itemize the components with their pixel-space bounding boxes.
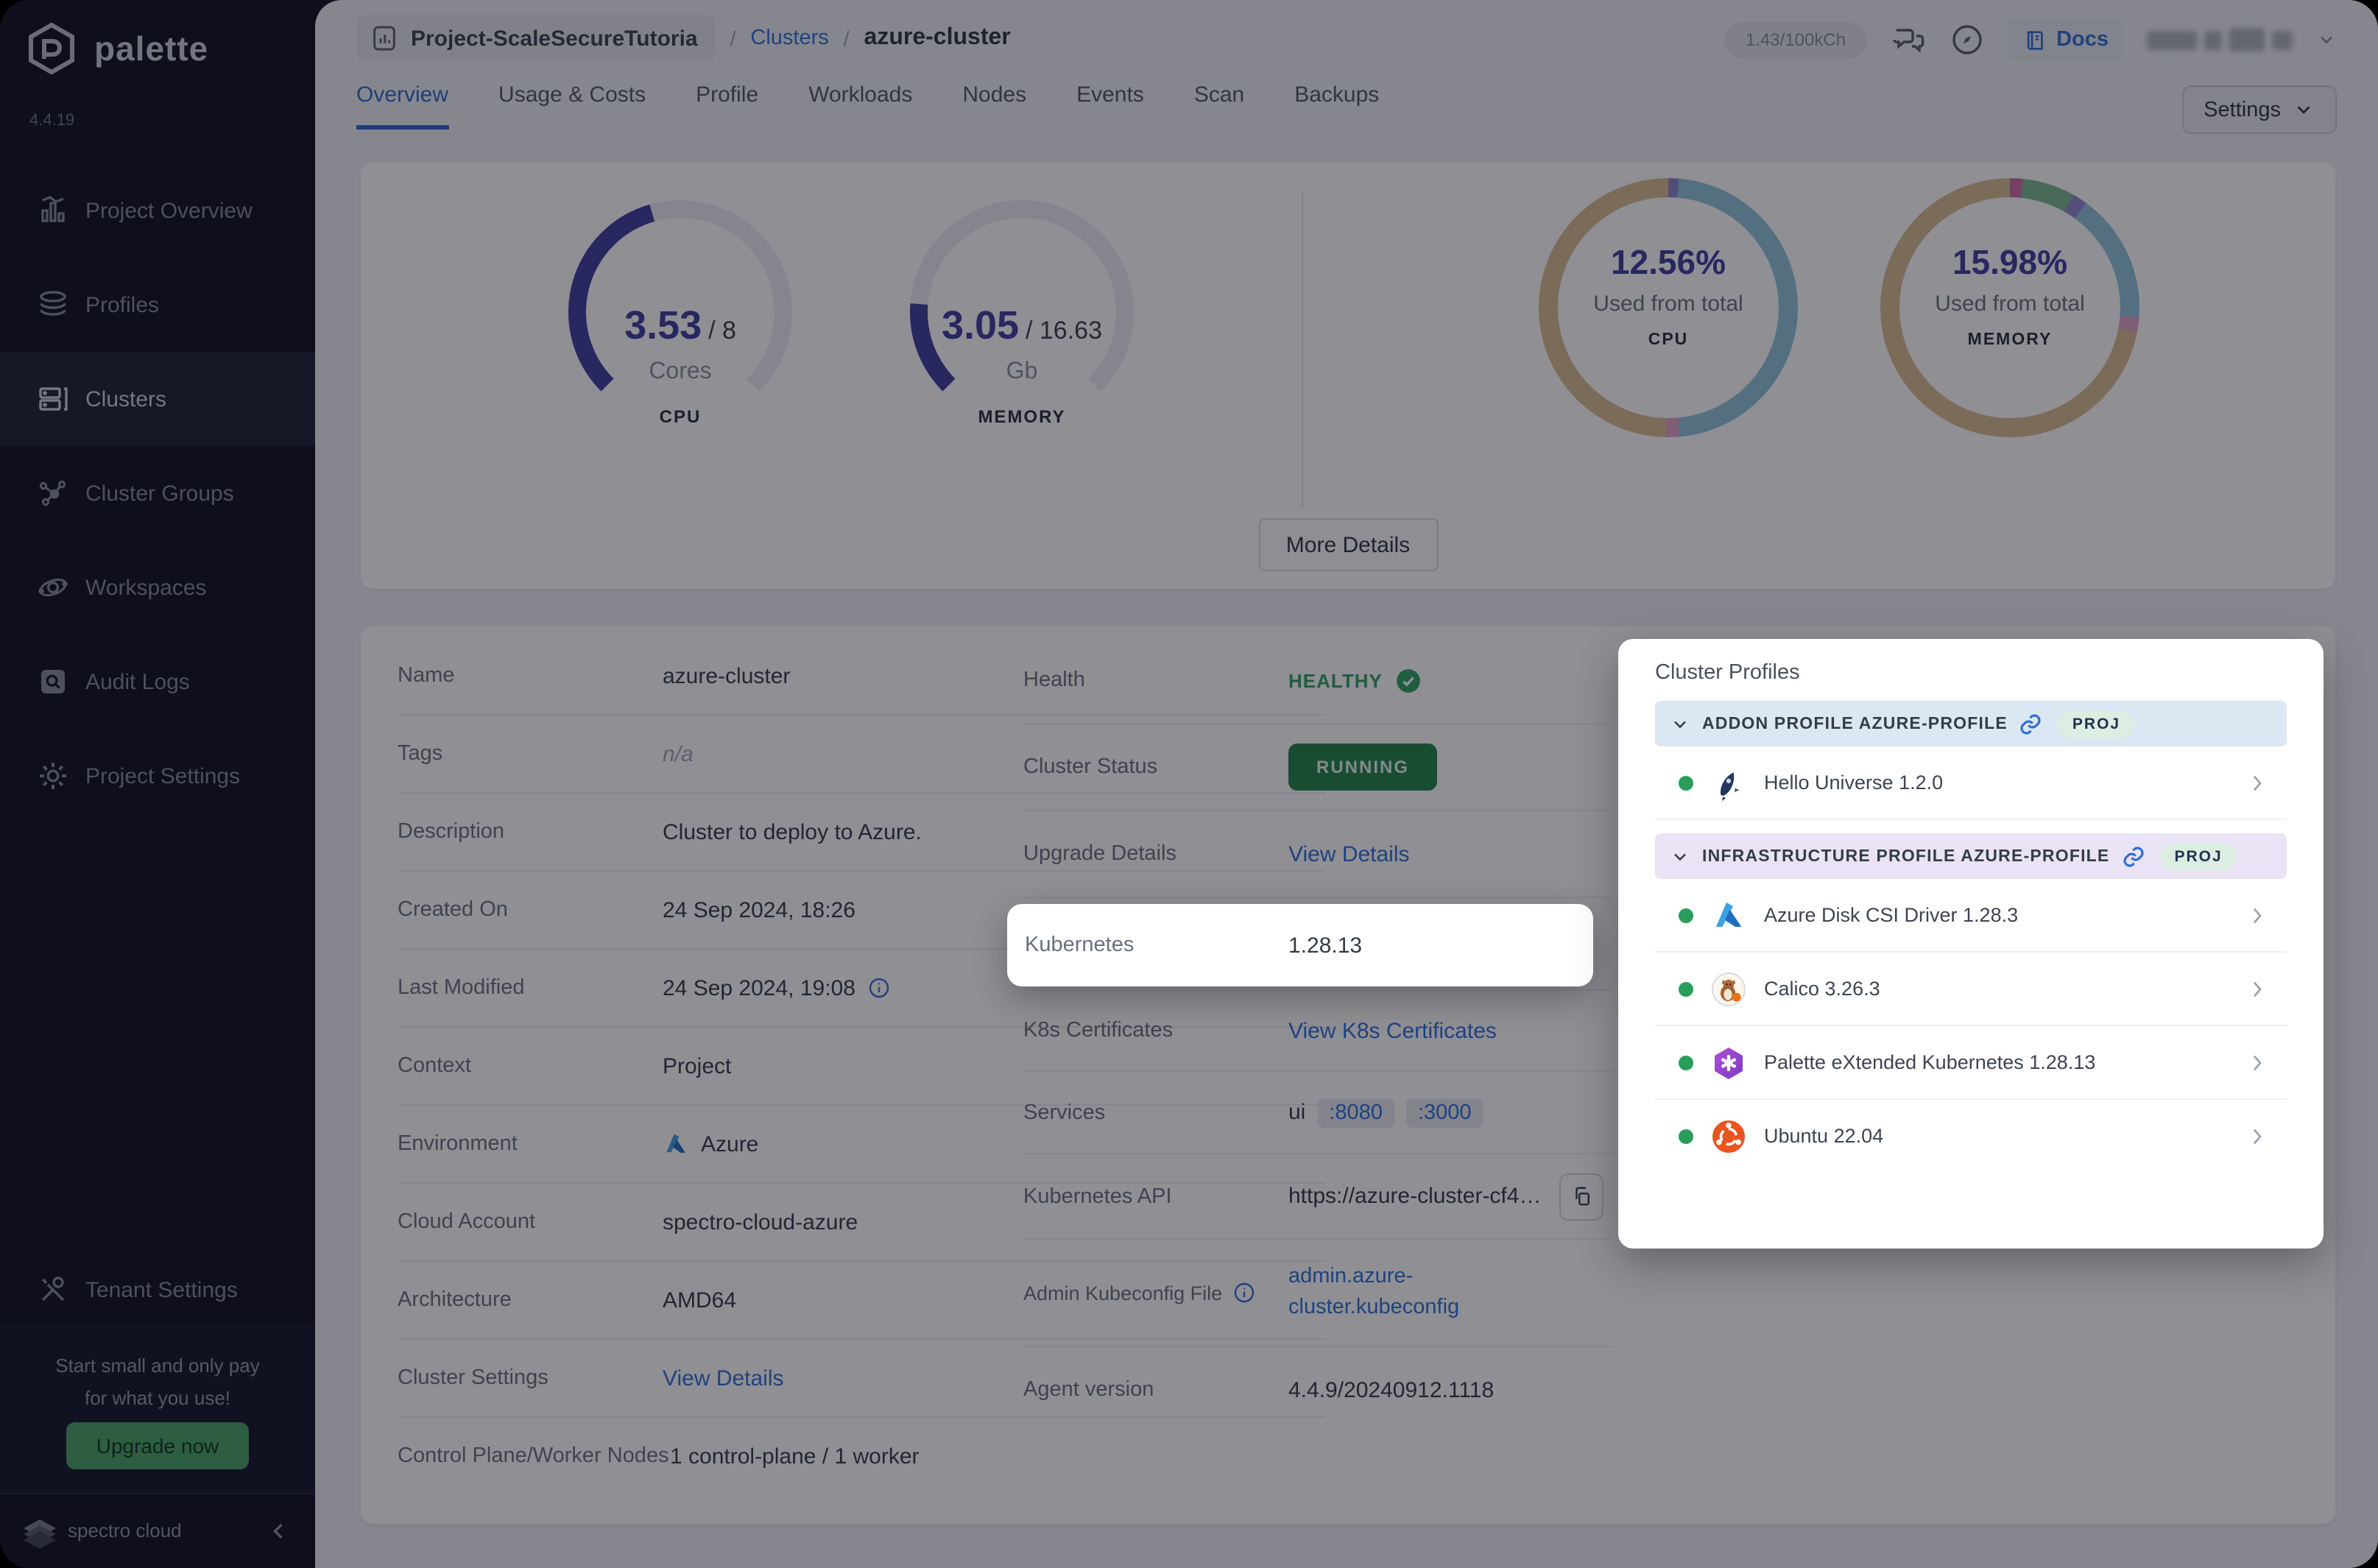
link-icon: [2123, 846, 2144, 866]
chevron-right-icon: [2245, 903, 2269, 927]
hello-universe-icon: [1711, 765, 1746, 800]
cluster-profiles-list: ADDON PROFILE AZURE-PROFILE PROJ Hello U…: [1655, 701, 2287, 1172]
calico-icon: [1711, 971, 1746, 1006]
ubuntu-icon: [1711, 1118, 1746, 1154]
chevron-down-icon: [1674, 720, 1686, 728]
chevron-right-icon: [2245, 977, 2269, 1000]
profile-pack-hello-universe[interactable]: Hello Universe 1.2.0: [1655, 746, 2287, 820]
pack-status-dot: [1679, 1129, 1693, 1143]
infrastructure-profile-section-header[interactable]: INFRASTRUCTURE PROFILE AZURE-PROFILE PRO…: [1655, 833, 2287, 879]
pack-status-dot: [1679, 981, 1693, 996]
pack-status-dot: [1679, 908, 1693, 922]
profile-pack-azure-disk-csi[interactable]: Azure Disk CSI Driver 1.28.3: [1655, 879, 2287, 953]
profile-pack-palette-extended-kubernetes[interactable]: Palette eXtended Kubernetes 1.28.13: [1655, 1026, 2287, 1100]
cluster-profiles-panel: Cluster Profiles ADDON PROFILE AZURE-PRO…: [1618, 639, 2324, 1249]
proj-scope-badge: PROJ: [2159, 843, 2237, 869]
cluster-profiles-title: Cluster Profiles: [1655, 661, 1800, 685]
chevron-right-icon: [2245, 1050, 2269, 1074]
palette-app: palette 4.4.19 Project Overview Profiles…: [0, 0, 2378, 1568]
chevron-right-icon: [2245, 1124, 2269, 1148]
pack-status-dot: [1679, 775, 1693, 790]
app-window: palette 4.4.19 Project Overview Profiles…: [0, 0, 2378, 1568]
kubernetes-label: Kubernetes: [1025, 933, 1135, 957]
link-icon: [2021, 713, 2042, 734]
addon-profile-section-header[interactable]: ADDON PROFILE AZURE-PROFILE PROJ: [1655, 701, 2287, 746]
kubernetes-version-value: 1.28.13: [1288, 933, 1363, 958]
profile-pack-calico[interactable]: Calico 3.26.3: [1655, 953, 2287, 1026]
pxk-hexagon-icon: [1711, 1045, 1746, 1080]
proj-scope-badge: PROJ: [2057, 710, 2136, 737]
chevron-right-icon: [2245, 771, 2269, 794]
profile-pack-ubuntu[interactable]: Ubuntu 22.04: [1655, 1100, 2287, 1172]
chevron-down-icon: [1674, 852, 1686, 861]
pack-status-dot: [1679, 1055, 1693, 1070]
kubernetes-version-row-highlighted[interactable]: Kubernetes 1.28.13: [1007, 904, 1593, 986]
azure-icon: [1711, 897, 1746, 933]
